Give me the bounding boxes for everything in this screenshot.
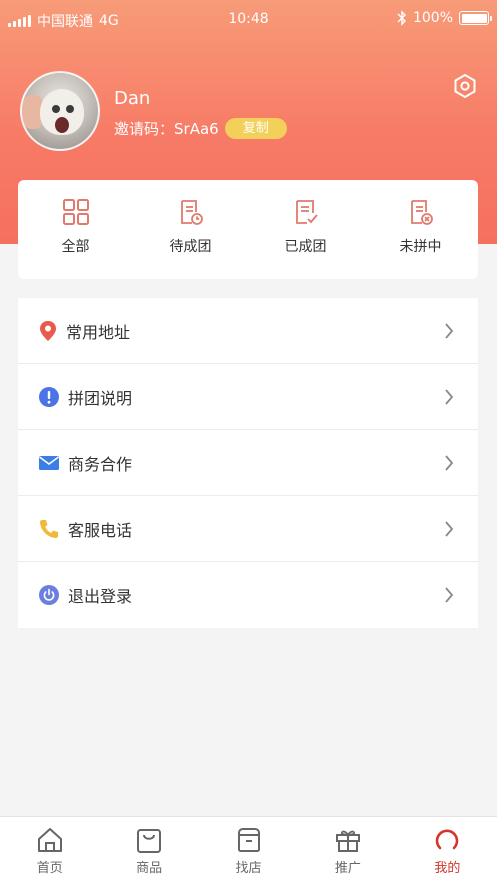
- tab-find-store[interactable]: 找店: [199, 817, 298, 883]
- menu-item-label: 拼团说明: [68, 388, 133, 408]
- tab-home[interactable]: 首页: [0, 817, 99, 883]
- copy-invite-code-button[interactable]: 复制: [224, 118, 287, 139]
- grid-icon: [62, 199, 89, 225]
- invite-code-label: 邀请码：: [114, 120, 175, 138]
- order-tab-failed[interactable]: 未拼中: [363, 180, 478, 279]
- tab-label: 推广: [334, 861, 361, 876]
- chevron-right-icon: [445, 323, 454, 339]
- store-icon: [237, 828, 260, 852]
- menu-item-logout[interactable]: 退出登录: [18, 562, 478, 628]
- mail-icon: [39, 455, 59, 470]
- pending-doc-icon: [180, 200, 203, 225]
- tab-mine[interactable]: 我的: [398, 817, 497, 883]
- battery-icon: [459, 11, 492, 25]
- settings-menu: 常用地址 拼团说明 商务合作 客服电话 退出登录: [18, 298, 478, 628]
- info-icon: [39, 386, 59, 407]
- menu-item-label: 常用地址: [66, 322, 131, 342]
- home-icon: [37, 828, 62, 852]
- avatar[interactable]: [20, 71, 100, 151]
- username: Dan: [114, 88, 151, 109]
- invite-code-row: 邀请码： SrAa6 复制: [114, 118, 287, 139]
- order-tab-label: 待成团: [169, 239, 212, 255]
- power-icon: [39, 585, 59, 605]
- failed-doc-icon: [410, 200, 433, 225]
- phone-icon: [40, 519, 58, 538]
- profile-icon: [436, 829, 459, 850]
- menu-item-group-buy-info[interactable]: 拼团说明: [18, 364, 478, 430]
- order-tab-label: 全部: [61, 239, 90, 255]
- chevron-right-icon: [445, 587, 454, 603]
- order-tab-label: 已成团: [284, 239, 327, 255]
- menu-item-customer-service[interactable]: 客服电话: [18, 496, 478, 562]
- tab-products[interactable]: 商品: [99, 817, 198, 883]
- menu-item-business[interactable]: 商务合作: [18, 430, 478, 496]
- menu-item-label: 退出登录: [68, 587, 133, 606]
- menu-item-address[interactable]: 常用地址: [18, 298, 478, 364]
- gift-icon: [335, 830, 360, 852]
- bag-icon: [137, 829, 162, 853]
- chevron-right-icon: [445, 521, 454, 537]
- tab-label: 首页: [36, 861, 63, 876]
- tab-label: 商品: [136, 861, 163, 876]
- bottom-tab-bar: 首页 商品 找店 推广 我的: [0, 816, 497, 883]
- chevron-right-icon: [445, 455, 454, 471]
- location-pin-icon: [40, 320, 56, 341]
- order-tab-pending[interactable]: 待成团: [133, 180, 248, 279]
- done-doc-icon: [295, 200, 318, 224]
- order-tab-all[interactable]: 全部: [18, 180, 133, 279]
- tab-label: 找店: [235, 861, 262, 876]
- order-status-card: 全部 待成团 已成团 未拼中: [18, 180, 478, 279]
- order-tab-label: 未拼中: [399, 239, 442, 255]
- tab-label: 我的: [434, 861, 461, 876]
- status-bar: 中国联通 4G 10:48 100%: [0, 0, 497, 40]
- menu-item-label: 商务合作: [68, 454, 133, 474]
- settings-icon[interactable]: [451, 72, 479, 100]
- bluetooth-icon: [397, 10, 406, 26]
- chevron-right-icon: [445, 389, 454, 405]
- battery-percent: 100%: [412, 10, 453, 26]
- invite-code-value: SrAa6: [174, 119, 219, 138]
- order-tab-completed[interactable]: 已成团: [248, 180, 363, 279]
- menu-item-label: 客服电话: [68, 520, 133, 540]
- tab-promote[interactable]: 推广: [298, 817, 397, 883]
